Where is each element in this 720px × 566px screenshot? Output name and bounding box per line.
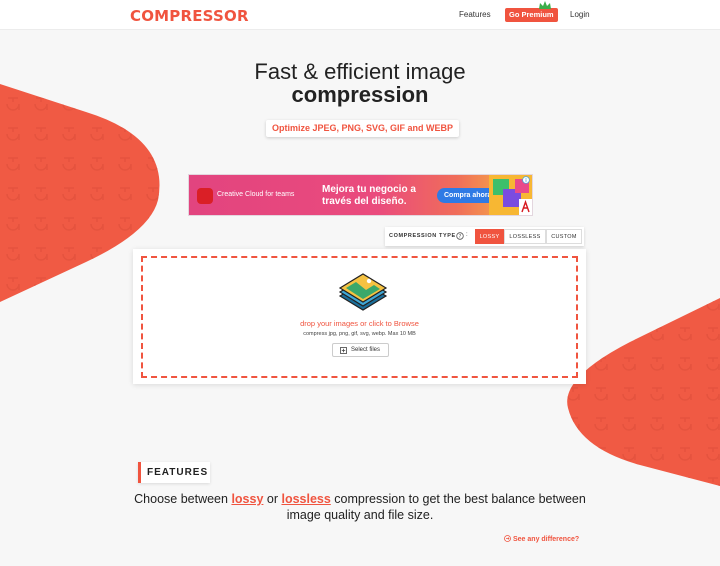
compare-icon (504, 535, 511, 542)
features-text-after: compression to get the best balance betw… (286, 492, 586, 522)
compression-type-label: COMPRESSION TYPE (389, 233, 456, 239)
custom-option-button[interactable]: CUSTOM (546, 229, 582, 244)
nav-features-link[interactable]: Features (459, 10, 491, 19)
hero-title-line2: compression (291, 82, 429, 107)
compression-type-selector: COMPRESSION TYPE ? : LOSSY LOSSLESS CUST… (385, 227, 584, 246)
nav-login-link[interactable]: Login (570, 10, 590, 19)
file-drop-zone[interactable]: drop your images or click to Browse comp… (141, 256, 578, 378)
svg-text:?: ? (459, 234, 462, 240)
plus-box-icon (340, 347, 347, 354)
lossy-option-button[interactable]: LOSSY (475, 229, 504, 244)
creative-cloud-icon (197, 188, 213, 204)
logo[interactable]: COMPRESSOR (130, 7, 249, 25)
features-text-before: Choose between (134, 492, 232, 506)
compression-type-separator: : (466, 232, 468, 238)
lossy-link[interactable]: lossy (231, 492, 263, 506)
features-heading-text: FEATURES (147, 467, 209, 478)
see-difference-text: See any difference? (513, 536, 580, 543)
ad-banner[interactable]: Creative Cloud for teams Mejora tu negoc… (188, 174, 533, 216)
features-description: Choose between lossy or lossless compres… (120, 491, 600, 523)
ad-info-icon[interactable] (522, 176, 530, 184)
ad-brand-text: Creative Cloud for teams (217, 191, 295, 198)
see-difference-link[interactable]: See any difference? (504, 535, 579, 543)
crown-icon (539, 1, 551, 9)
drop-instruction-text: drop your images or click to Browse (300, 319, 419, 328)
features-text-or: or (263, 492, 282, 506)
ad-headline: Mejora tu negocio a través del diseño. (322, 184, 416, 207)
supported-formats-badge: Optimize JPEG, PNG, SVG, GIF and WEBP (266, 120, 460, 137)
select-files-label: Select files (351, 347, 381, 353)
help-icon[interactable]: ? (456, 232, 464, 240)
go-premium-button[interactable]: Go Premium (505, 8, 558, 22)
lossless-link[interactable]: lossless (281, 492, 330, 506)
file-limits-text: compress jpg, png, gif, svg, webp. Max 1… (303, 331, 416, 337)
lossless-option-button[interactable]: LOSSLESS (504, 229, 546, 244)
upload-card: drop your images or click to Browse comp… (133, 249, 586, 384)
image-stack-icon (338, 273, 388, 311)
top-header: COMPRESSOR Features Go Premium Login (0, 0, 720, 30)
features-heading: FEATURES (138, 462, 210, 483)
select-files-button[interactable]: Select files (332, 343, 389, 357)
